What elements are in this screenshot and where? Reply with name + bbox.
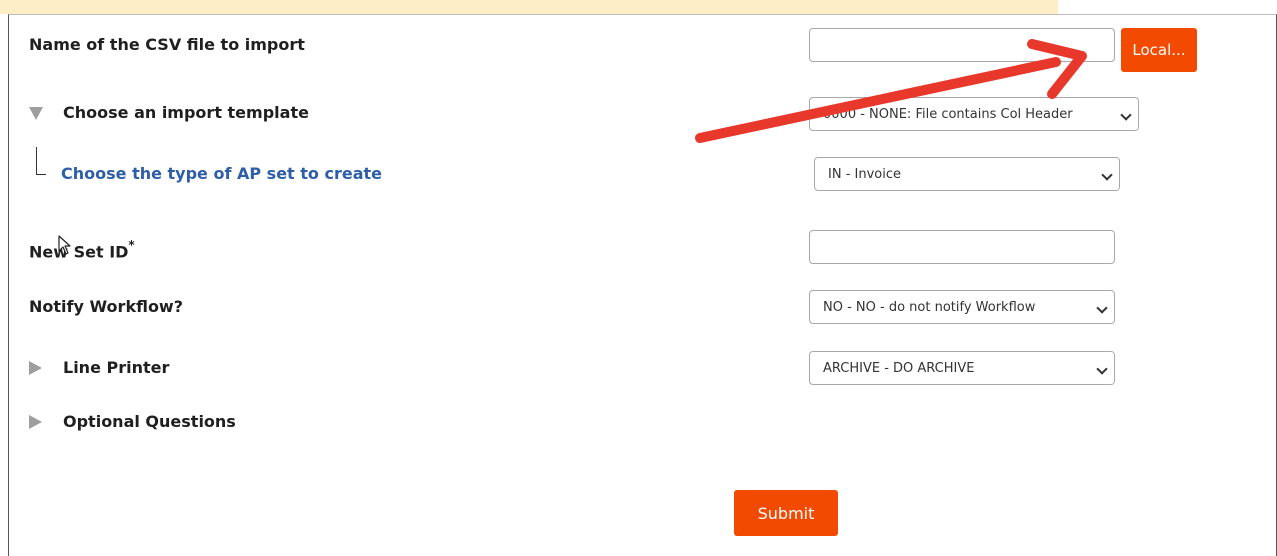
triangle-right-icon[interactable] [29, 415, 42, 429]
new-set-id-label: New Set ID* [29, 238, 135, 262]
import-template-label: Choose an import template [63, 103, 309, 122]
chevron-down-icon [1096, 363, 1108, 375]
mouse-pointer-icon [58, 235, 71, 255]
ap-set-type-select[interactable]: IN - Invoice [814, 157, 1120, 191]
triangle-right-icon[interactable] [29, 361, 42, 375]
chevron-down-icon [1120, 109, 1132, 121]
arrow-shaft [695, 57, 1061, 143]
ap-set-type-value: IN - Invoice [828, 167, 901, 182]
triangle-down-icon[interactable] [29, 107, 43, 120]
ap-set-type-label: Choose the type of AP set to create [61, 164, 383, 183]
chevron-down-icon [1101, 169, 1113, 181]
notify-workflow-value: NO - NO - do not notify Workflow [823, 300, 1036, 315]
optional-questions-label[interactable]: Optional Questions [63, 412, 236, 431]
tree-connector [36, 147, 46, 175]
red-arrow-annotation [695, 39, 1087, 143]
chevron-down-icon [1096, 302, 1108, 314]
local-file-button[interactable]: Local... [1121, 28, 1197, 72]
notify-workflow-select[interactable]: NO - NO - do not notify Workflow [809, 290, 1115, 324]
line-printer-value: ARCHIVE - DO ARCHIVE [823, 361, 975, 376]
submit-button[interactable]: Submit [734, 490, 838, 536]
line-printer-label[interactable]: Line Printer [63, 358, 169, 377]
new-set-id-input[interactable] [809, 230, 1115, 264]
required-mark: * [128, 238, 135, 252]
top-banner [0, 0, 1058, 14]
csv-file-label: Name of the CSV file to import [29, 35, 305, 54]
line-printer-select[interactable]: ARCHIVE - DO ARCHIVE [809, 351, 1115, 385]
notify-workflow-label: Notify Workflow? [29, 297, 183, 316]
